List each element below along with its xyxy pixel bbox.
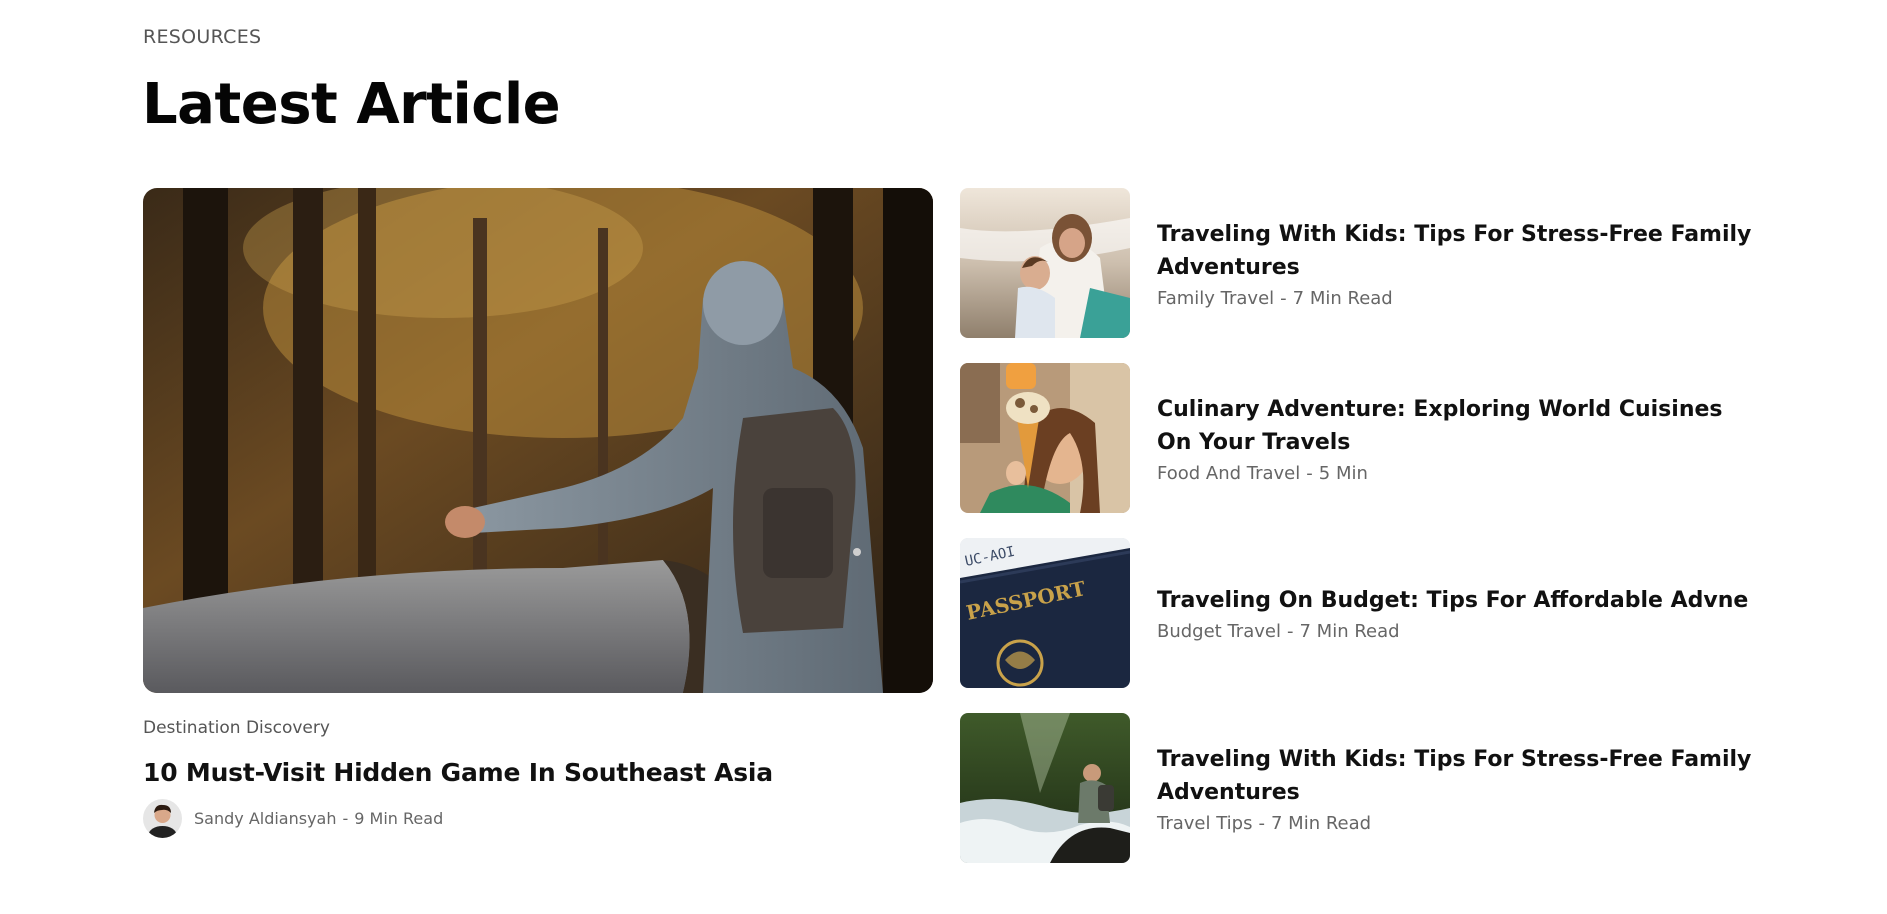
- article-category: Food And Travel: [1157, 462, 1301, 484]
- meta-separator: -: [1286, 621, 1294, 642]
- section-eyebrow: RESOURCES: [143, 26, 262, 48]
- article-category: Budget Travel: [1157, 621, 1281, 642]
- article-title[interactable]: Traveling On Budget: Tips For Affordable…: [1157, 584, 1757, 617]
- article-thumbnail[interactable]: PASSPORT UC-AOI: [960, 538, 1130, 688]
- article-list: Traveling With Kids: Tips For Stress-Fre…: [960, 188, 1760, 888]
- article-title[interactable]: Culinary Adventure: Exploring World Cuis…: [1157, 393, 1757, 459]
- list-item[interactable]: Traveling With Kids: Tips For Stress-Fre…: [960, 713, 1760, 863]
- article-meta: Budget Travel -7 Min Read: [1157, 621, 1757, 642]
- article-thumbnail[interactable]: [960, 188, 1130, 338]
- article-title[interactable]: Traveling With Kids: Tips For Stress-Fre…: [1157, 743, 1757, 809]
- meta-separator: -: [1258, 812, 1265, 834]
- meta-separator: -: [1306, 462, 1313, 484]
- byline-separator: -: [342, 809, 349, 828]
- article-read-time: 7 Min Read: [1292, 287, 1393, 309]
- article-meta: Food And Travel -5 Min: [1157, 463, 1757, 484]
- author-avatar: [143, 799, 182, 838]
- featured-read-time: 9 Min Read: [354, 809, 444, 828]
- article-title[interactable]: Traveling With Kids: Tips For Stress-Fre…: [1157, 218, 1757, 284]
- article-meta: Travel Tips -7 Min Read: [1157, 813, 1757, 834]
- featured-category: Destination Discovery: [143, 718, 330, 738]
- featured-article-image[interactable]: [143, 188, 933, 693]
- list-item[interactable]: Traveling With Kids: Tips For Stress-Fre…: [960, 188, 1760, 338]
- article-read-time: 7 Min Read: [1299, 621, 1400, 642]
- page-title: Latest Article: [142, 72, 561, 137]
- list-item[interactable]: Culinary Adventure: Exploring World Cuis…: [960, 363, 1760, 513]
- article-category: Family Travel: [1157, 287, 1275, 309]
- author-name[interactable]: Sandy Aldiansyah: [194, 809, 337, 828]
- article-category: Travel Tips: [1157, 812, 1253, 834]
- article-read-time: 7 Min Read: [1270, 812, 1372, 834]
- article-thumbnail[interactable]: [960, 713, 1130, 863]
- featured-title[interactable]: 10 Must-Visit Hidden Game In Southeast A…: [143, 758, 933, 787]
- featured-article[interactable]: Destination Discovery 10 Must-Visit Hidd…: [143, 188, 933, 838]
- list-item[interactable]: PASSPORT UC-AOI Traveling On Budget: Tip…: [960, 538, 1760, 688]
- article-thumbnail[interactable]: [960, 363, 1130, 513]
- meta-separator: -: [1280, 287, 1287, 309]
- article-read-time: 5 Min: [1318, 462, 1368, 484]
- article-meta: Family Travel -7 Min Read: [1157, 288, 1757, 309]
- featured-byline: Sandy Aldiansyah - 9 Min Read: [143, 799, 933, 838]
